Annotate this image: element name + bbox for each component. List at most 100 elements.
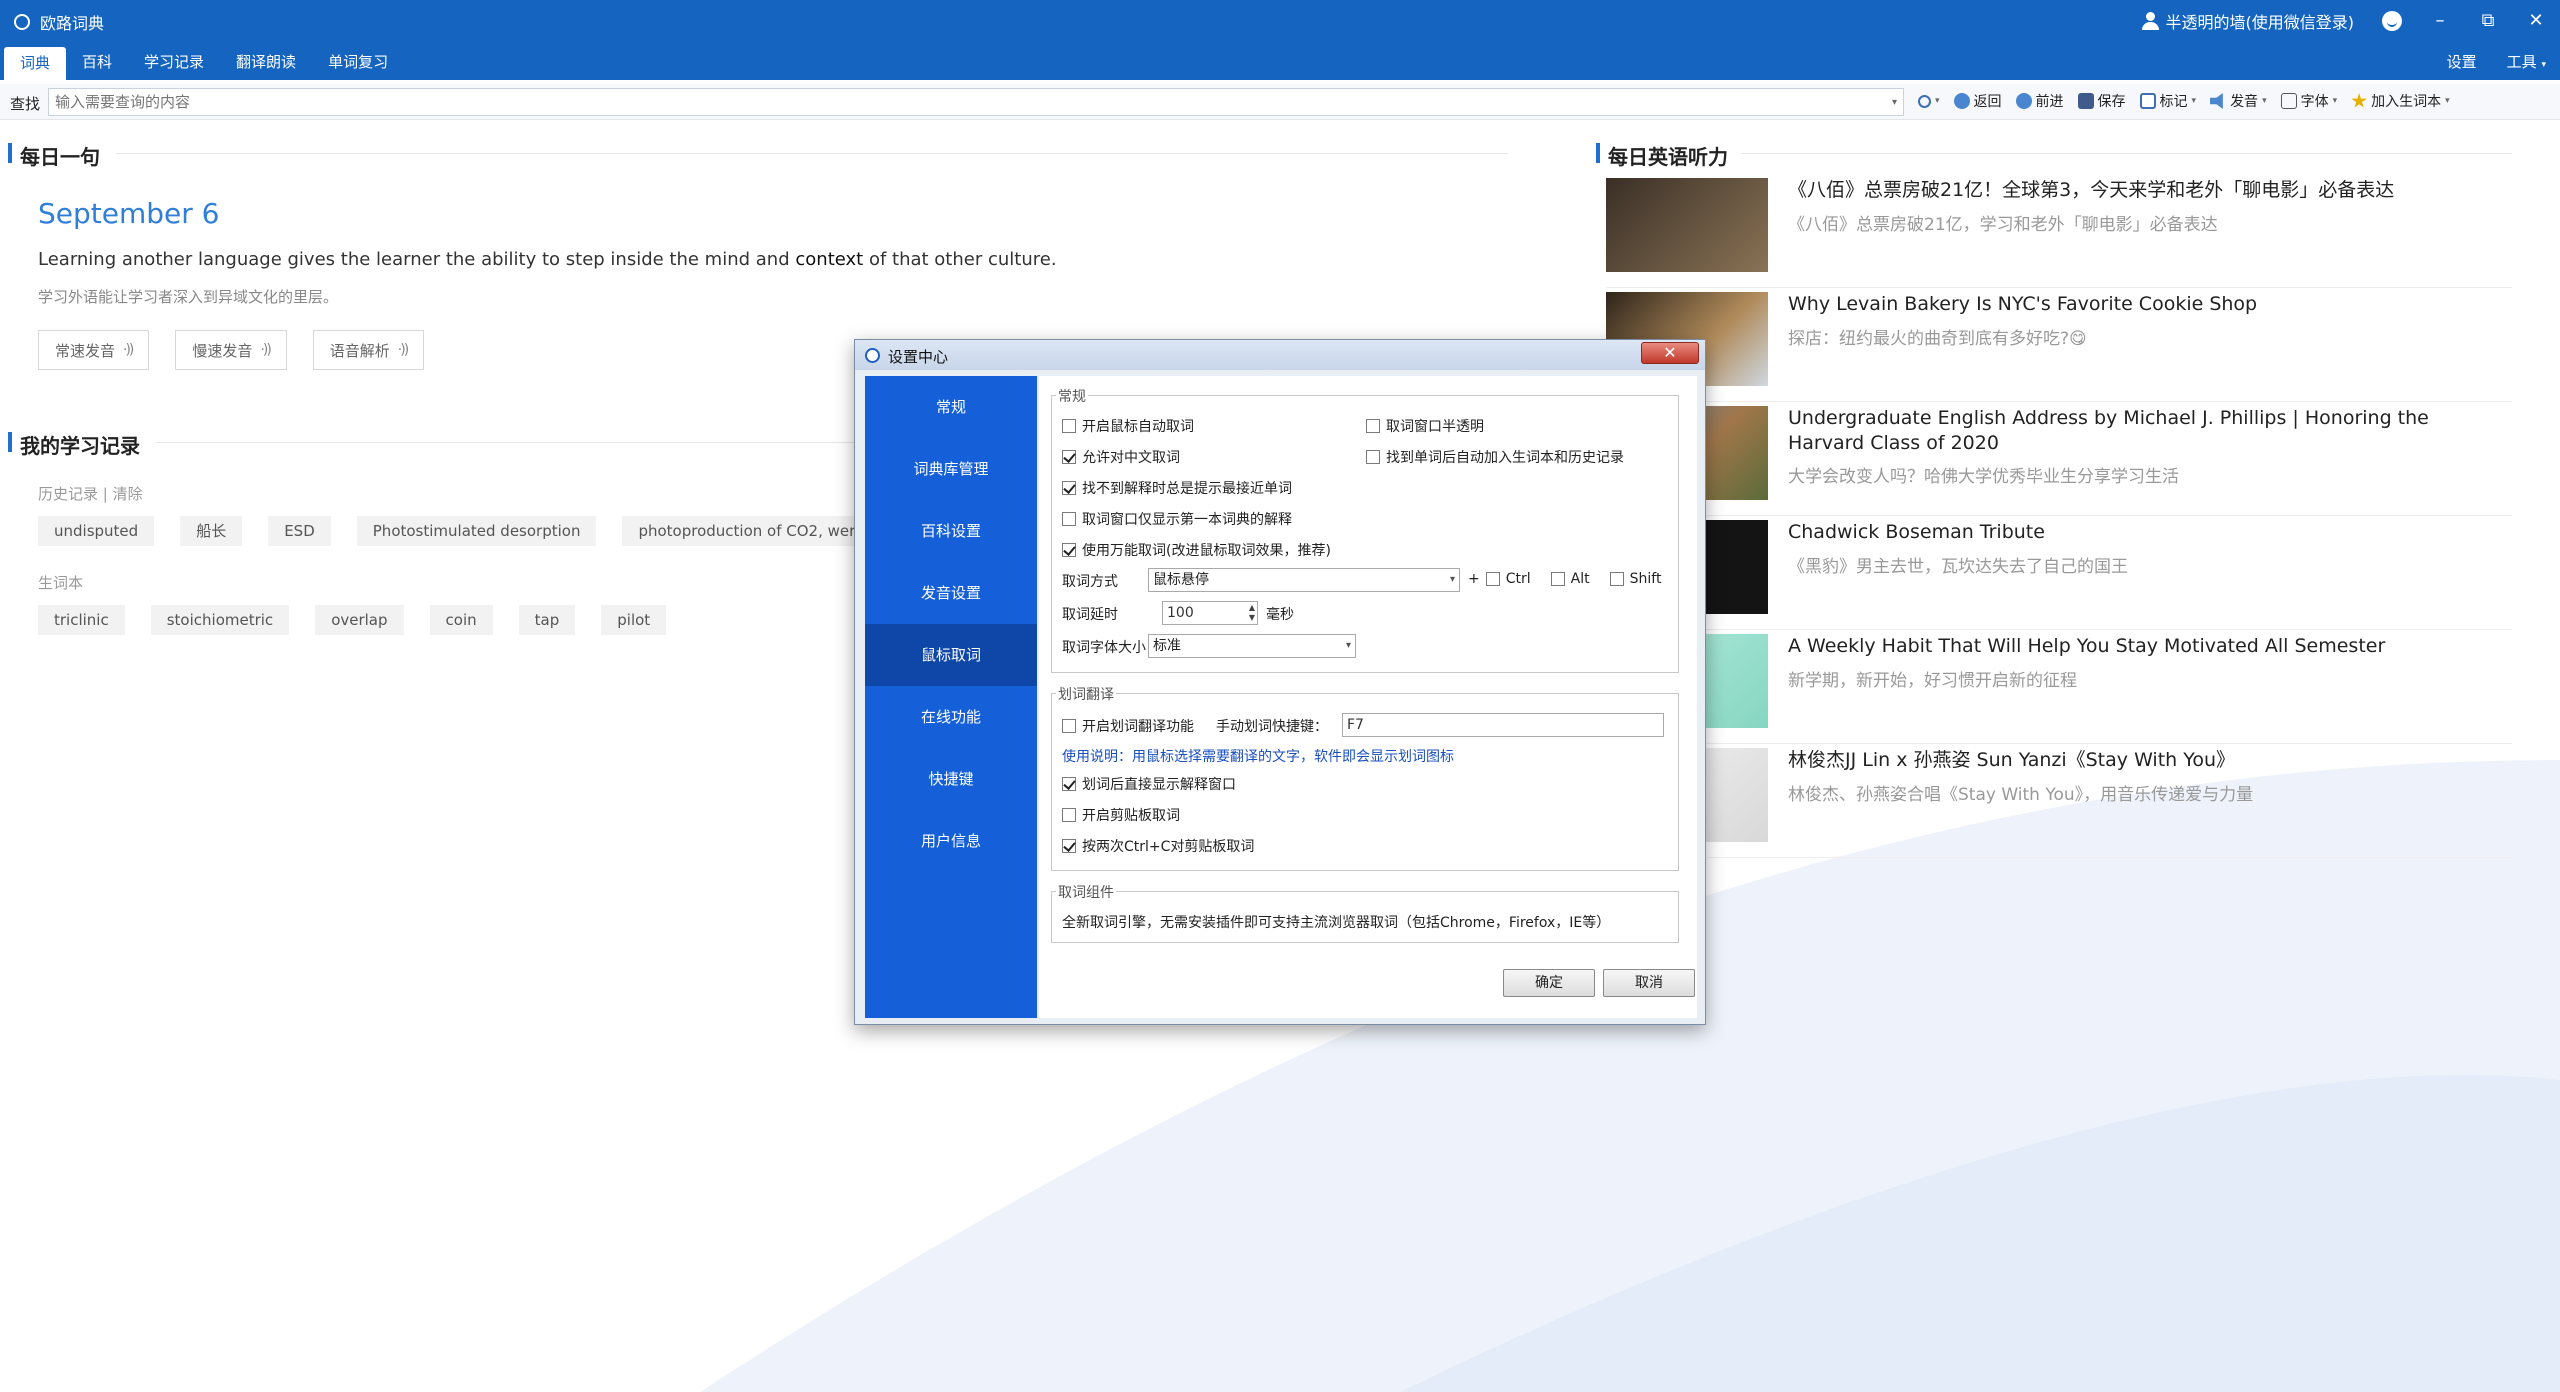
option-double-ctrl-c[interactable]: 按两次Ctrl+C对剪贴板取词 bbox=[1062, 836, 1254, 856]
save-button[interactable]: 保存 bbox=[2077, 91, 2126, 111]
restore-button[interactable]: ⧉ bbox=[2478, 11, 2498, 31]
wordbook-chip[interactable]: triclinic bbox=[38, 605, 125, 635]
listening-item[interactable]: Why Levain Bakery Is NYC's Favorite Cook… bbox=[1606, 288, 2512, 402]
option-show-explain-window[interactable]: 划词后直接显示解释窗口 bbox=[1062, 774, 1236, 794]
lookup-method-select[interactable]: 鼠标悬停 ▾ bbox=[1148, 568, 1460, 592]
checkbox[interactable] bbox=[1366, 450, 1380, 464]
mark-button[interactable]: 标记 ▾ bbox=[2139, 91, 2196, 111]
checkbox[interactable] bbox=[1062, 512, 1076, 526]
settings-menu[interactable]: 设置 bbox=[2447, 44, 2477, 83]
wordbook-chip[interactable]: coin bbox=[429, 605, 493, 635]
history-chip[interactable]: 船长 bbox=[180, 516, 243, 546]
ok-button[interactable]: 确定 bbox=[1503, 969, 1595, 997]
checkbox[interactable] bbox=[1366, 419, 1380, 433]
shift-checkbox[interactable] bbox=[1609, 572, 1624, 586]
user-account[interactable]: 半透明的墙(使用微信登录) bbox=[2141, 9, 2354, 33]
nav-general[interactable]: 常规 bbox=[865, 376, 1037, 438]
nav-user-info[interactable]: 用户信息 bbox=[865, 810, 1037, 872]
back-button[interactable]: 返回 bbox=[1953, 91, 2002, 111]
normal-speed-audio-button[interactable]: 常速发音 ·)) bbox=[38, 330, 150, 370]
speak-label: 发音 bbox=[2230, 94, 2259, 110]
tab-translate-read[interactable]: 翻译朗读 bbox=[220, 44, 312, 80]
listening-item-title: 林俊杰JJ Lin x 孙燕姿 Sun Yanzi《Stay With You》 bbox=[1788, 749, 2235, 771]
nav-dictionary-library[interactable]: 词典库管理 bbox=[865, 438, 1037, 500]
nav-shortcuts[interactable]: 快捷键 bbox=[865, 748, 1037, 810]
forward-button[interactable]: 前进 bbox=[2015, 91, 2064, 111]
wordbook-chip[interactable]: pilot bbox=[601, 605, 667, 635]
listening-item-title: Chadwick Boseman Tribute bbox=[1788, 521, 2045, 543]
search-input[interactable] bbox=[49, 89, 1903, 115]
lookup-font-size-select[interactable]: 标准 ▾ bbox=[1148, 634, 1356, 658]
checkbox[interactable] bbox=[1062, 808, 1076, 822]
option-universal-lookup[interactable]: 使用万能取词(改进鼠标取词效果，推荐) bbox=[1062, 540, 1331, 560]
option-auto-mouse-lookup[interactable]: 开启鼠标自动取词 bbox=[1062, 416, 1194, 436]
checkbox[interactable] bbox=[1062, 450, 1076, 464]
listening-item[interactable]: Chadwick Boseman Tribute 《黑豹》男主去世，瓦坎达失去了… bbox=[1606, 516, 2512, 630]
tab-dictionary[interactable]: 词典 bbox=[4, 47, 67, 80]
nav-mouse-lookup[interactable]: 鼠标取词 bbox=[865, 624, 1037, 686]
wordbook-chip[interactable]: tap bbox=[518, 605, 576, 635]
sound-wave-icon: ·)) bbox=[397, 342, 409, 358]
checkbox[interactable] bbox=[1062, 839, 1076, 853]
forward-icon bbox=[2015, 93, 2032, 109]
tools-menu[interactable]: 工具 ▾ bbox=[2507, 44, 2546, 83]
clear-history-link[interactable]: 清除 bbox=[113, 485, 143, 503]
history-chip[interactable]: undisputed bbox=[38, 516, 155, 546]
wordbook-chip[interactable]: stoichiometric bbox=[150, 605, 290, 635]
study-records-title: 我的学习记录 bbox=[8, 430, 140, 459]
history-chip[interactable]: Photostimulated desorption bbox=[356, 516, 597, 546]
minimize-button[interactable]: – bbox=[2430, 11, 2450, 31]
font-button[interactable]: 字体 ▾ bbox=[2280, 91, 2337, 111]
listening-item[interactable]: A Weekly Habit That Will Help You Stay M… bbox=[1606, 630, 2512, 744]
ctrl-checkbox[interactable] bbox=[1485, 572, 1500, 586]
checkbox[interactable] bbox=[1062, 481, 1076, 495]
cancel-button[interactable]: 取消 bbox=[1603, 969, 1695, 997]
listening-item[interactable]: Undergraduate English Address by Michael… bbox=[1606, 402, 2512, 516]
wordbook-label: 生词本 bbox=[38, 574, 84, 592]
option-first-dictionary-only[interactable]: 取词窗口仅显示第一本词典的解释 bbox=[1062, 509, 1292, 529]
option-suggest-nearest[interactable]: 找不到解释时总是提示最接近单词 bbox=[1062, 478, 1292, 498]
option-translucent-window[interactable]: 取词窗口半透明 bbox=[1366, 416, 1484, 436]
add-word-caret-icon: ▾ bbox=[2445, 96, 2450, 106]
add-to-wordbook-button[interactable]: 加入生词本 ▾ bbox=[2351, 91, 2450, 111]
lookup-delay-input[interactable]: 100 ▲ ▼ bbox=[1162, 601, 1258, 625]
history-chip[interactable]: ESD bbox=[268, 516, 331, 546]
dialog-title-bar[interactable]: 设置中心 ✕ bbox=[855, 340, 1705, 370]
tab-word-review[interactable]: 单词复习 bbox=[312, 44, 404, 80]
alt-checkbox[interactable] bbox=[1550, 572, 1565, 586]
checkbox[interactable] bbox=[1062, 719, 1076, 733]
search-history-dropdown-icon[interactable]: ▾ bbox=[1892, 97, 1897, 108]
nav-encyclopedia-settings[interactable]: 百科设置 bbox=[865, 500, 1037, 562]
option-enable-selection-translate[interactable]: 开启划词翻译功能 bbox=[1062, 716, 1194, 736]
slow-speed-audio-button[interactable]: 慢速发音 ·)) bbox=[175, 330, 287, 370]
tab-study-records[interactable]: 学习记录 bbox=[128, 44, 220, 80]
nav-online-features[interactable]: 在线功能 bbox=[865, 686, 1037, 748]
tab-encyclopedia[interactable]: 百科 bbox=[66, 44, 128, 80]
sentence-keyword[interactable]: context bbox=[795, 249, 863, 270]
listening-item[interactable]: 林俊杰JJ Lin x 孙燕姿 Sun Yanzi《Stay With You》… bbox=[1606, 744, 2512, 858]
option-chinese-lookup[interactable]: 允许对中文取词 bbox=[1062, 447, 1180, 467]
lookup-font-size-value: 标准 bbox=[1153, 638, 1181, 654]
dialog-close-button[interactable]: ✕ bbox=[1641, 342, 1699, 364]
checkbox[interactable] bbox=[1062, 777, 1076, 791]
option-auto-add-wordbook[interactable]: 找到单词后自动加入生词本和历史记录 bbox=[1366, 447, 1624, 467]
sentence-date: September 6 bbox=[38, 197, 220, 230]
speak-button[interactable]: 发音 ▾ bbox=[2210, 91, 2267, 111]
wordbook-chip[interactable]: overlap bbox=[315, 605, 404, 635]
close-window-button[interactable]: ✕ bbox=[2526, 11, 2546, 31]
checkbox[interactable] bbox=[1062, 419, 1076, 433]
feedback-smile-icon[interactable] bbox=[2382, 11, 2402, 31]
tools-menu-label: 工具 bbox=[2506, 53, 2537, 71]
checkbox[interactable] bbox=[1062, 543, 1076, 557]
search-button[interactable]: ▾ bbox=[1918, 91, 1940, 111]
sentence-chinese: 学习外语能让学习者深入到异域文化的里层。 bbox=[38, 288, 339, 306]
spinner-arrows-icon[interactable]: ▲ ▼ bbox=[1249, 603, 1255, 623]
hotkey-input[interactable]: F7 bbox=[1342, 713, 1664, 737]
voice-analysis-label: 语音解析 bbox=[329, 341, 390, 360]
voice-analysis-button[interactable]: 语音解析 ·)) bbox=[312, 330, 425, 370]
star-icon bbox=[2351, 93, 2367, 108]
plus-sign: + bbox=[1468, 571, 1480, 587]
option-clipboard-lookup[interactable]: 开启剪贴板取词 bbox=[1062, 805, 1180, 825]
listening-item[interactable]: 《八佰》总票房破21亿！全球第3，今天来学和老外「聊电影」必备表达 《八佰》总票… bbox=[1606, 174, 2512, 288]
nav-pronunciation-settings[interactable]: 发音设置 bbox=[865, 562, 1037, 624]
